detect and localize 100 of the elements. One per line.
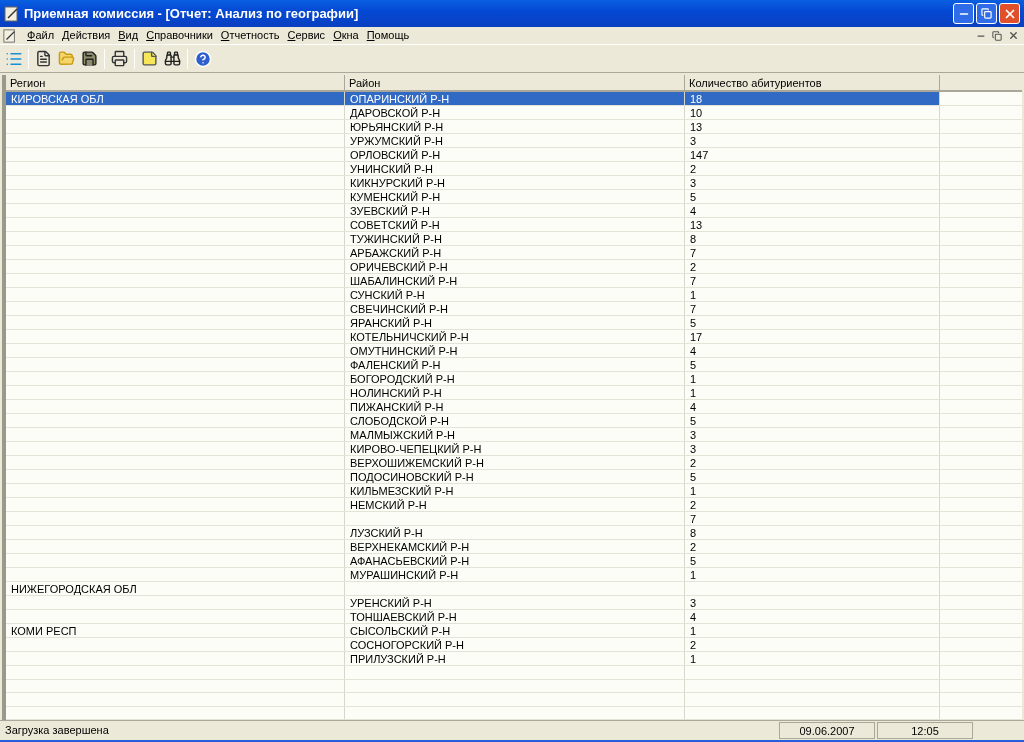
table-cell-text: 1 bbox=[689, 484, 698, 498]
restore-button[interactable] bbox=[976, 3, 997, 24]
table-cell-text: КУМЕНСКИЙ Р-Н bbox=[349, 190, 442, 204]
table-row[interactable]: АРБАЖСКИЙ Р-Н 7 bbox=[6, 246, 1022, 260]
menu-item[interactable]: Действия bbox=[58, 27, 115, 44]
table-row[interactable]: УРЖУМСКИЙ Р-Н 3 bbox=[6, 134, 1022, 148]
table-row[interactable]: НОЛИНСКИЙ Р-Н 1 bbox=[6, 386, 1022, 400]
table-row[interactable]: КИЛЬМЕЗСКИЙ Р-Н 1 bbox=[6, 484, 1022, 498]
table-cell-text: 2 bbox=[689, 638, 698, 652]
table-cell-text: СЫСОЛЬСКИЙ Р-Н bbox=[349, 624, 452, 638]
table-row[interactable]: 7 bbox=[6, 512, 1022, 526]
table-row[interactable]: ТОНШАЕВСКИЙ Р-Н 4 bbox=[6, 610, 1022, 624]
table-row[interactable]: ФАЛЕНСКИЙ Р-Н 5 bbox=[6, 358, 1022, 372]
table-row[interactable]: КУМЕНСКИЙ Р-Н 5 bbox=[6, 190, 1022, 204]
table-row[interactable]: ПРИЛУЗСКИЙ Р-Н 1 bbox=[6, 652, 1022, 666]
table-cell-text: АРБАЖСКИЙ Р-Н bbox=[349, 246, 443, 260]
table-cell-text: 3 bbox=[689, 428, 698, 442]
menu-item[interactable]: Окна bbox=[329, 27, 363, 44]
table-row[interactable]: ОРИЧЕВСКИЙ Р-Н 2 bbox=[6, 260, 1022, 274]
table-row[interactable]: БОГОРОДСКИЙ Р-Н 1 bbox=[6, 372, 1022, 386]
table-row[interactable]: ТУЖИНСКИЙ Р-Н 8 bbox=[6, 232, 1022, 246]
table-cell-text: НОЛИНСКИЙ Р-Н bbox=[349, 386, 443, 400]
table-row[interactable]: ЗУЕВСКИЙ Р-Н 4 bbox=[6, 204, 1022, 218]
table-cell-text: 7 bbox=[689, 512, 698, 526]
table-cell-text: 1 bbox=[689, 652, 698, 666]
table-cell-text: ФАЛЕНСКИЙ Р-Н bbox=[349, 358, 442, 372]
table-row[interactable]: МАЛМЫЖСКИЙ Р-Н 3 bbox=[6, 428, 1022, 442]
table-cell-text: 13 bbox=[689, 218, 704, 232]
menu-item[interactable]: Сервис bbox=[283, 27, 330, 44]
table-row[interactable]: ПОДОСИНОВСКИЙ Р-Н 5 bbox=[6, 470, 1022, 484]
menu-item[interactable]: Помощь bbox=[362, 27, 414, 44]
table-row[interactable]: ВЕРХОШИЖЕМСКИЙ Р-Н 2 bbox=[6, 456, 1022, 470]
table-row[interactable]: КОМИ РЕСП СЫСОЛЬСКИЙ Р-Н 1 bbox=[6, 624, 1022, 638]
table-row[interactable]: КИРОВО-ЧЕПЕЦКИЙ Р-Н 3 bbox=[6, 442, 1022, 456]
table-cell-text: 4 bbox=[689, 610, 698, 624]
table-cell-text: 2 bbox=[689, 498, 698, 512]
status-time: 12:05 bbox=[877, 722, 973, 739]
table-cell-text: 1 bbox=[689, 386, 698, 400]
table-cell-text: 4 bbox=[689, 204, 698, 218]
table-row[interactable]: СВЕЧИНСКИЙ Р-Н 7 bbox=[6, 302, 1022, 316]
table-cell-text: СОВЕТСКИЙ Р-Н bbox=[349, 218, 441, 232]
table-cell-text: СУНСКИЙ Р-Н bbox=[349, 288, 426, 302]
table-row[interactable]: ЮРЬЯНСКИЙ Р-Н 13 bbox=[6, 120, 1022, 134]
table-row[interactable]: НЕМСКИЙ Р-Н 2 bbox=[6, 498, 1022, 512]
table-cell-text: 13 bbox=[689, 120, 704, 134]
table-row[interactable]: СОВЕТСКИЙ Р-Н 13 bbox=[6, 218, 1022, 232]
table-row[interactable]: МУРАШИНСКИЙ Р-Н 1 bbox=[6, 568, 1022, 582]
table-cell-text: 4 bbox=[689, 344, 698, 358]
table-cell-text: 7 bbox=[689, 274, 698, 288]
table-row[interactable]: КОТЕЛЬНИЧСКИЙ Р-Н 17 bbox=[6, 330, 1022, 344]
table-cell-text: МУРАШИНСКИЙ Р-Н bbox=[349, 568, 460, 582]
table-row[interactable]: УРЕНСКИЙ Р-Н 3 bbox=[6, 596, 1022, 610]
table-row[interactable]: СОСНОГОРСКИЙ Р-Н 2 bbox=[6, 638, 1022, 652]
table-cell-text: УРЖУМСКИЙ Р-Н bbox=[349, 134, 444, 148]
table-cell-text: УНИНСКИЙ Р-Н bbox=[349, 162, 434, 176]
column-header[interactable]: Район bbox=[345, 75, 685, 90]
table-cell-text: КИРОВСКАЯ ОБЛ bbox=[10, 92, 105, 106]
table-cell-text: ЗУЕВСКИЙ Р-Н bbox=[349, 204, 431, 218]
table-row[interactable]: КИРОВСКАЯ ОБЛ ОПАРИНСКИЙ Р-Н 18 bbox=[6, 92, 1022, 106]
table-cell-text: КОТЕЛЬНИЧСКИЙ Р-Н bbox=[349, 330, 470, 344]
table-row[interactable]: ПИЖАНСКИЙ Р-Н 4 bbox=[6, 400, 1022, 414]
table-row[interactable]: ВЕРХНЕКАМСКИЙ Р-Н 2 bbox=[6, 540, 1022, 554]
restore-button[interactable] bbox=[989, 28, 1005, 43]
restore-icon bbox=[981, 8, 992, 19]
table-row[interactable]: ЯРАНСКИЙ Р-Н 5 bbox=[6, 316, 1022, 330]
table-cell-text: 4 bbox=[689, 400, 698, 414]
notepad-icon bbox=[4, 5, 20, 22]
table-cell-text: 1 bbox=[689, 624, 698, 638]
table-row[interactable]: ОМУТНИНСКИЙ Р-Н 4 bbox=[6, 344, 1022, 358]
close-button[interactable] bbox=[999, 3, 1020, 24]
table-cell-text: ОРИЧЕВСКИЙ Р-Н bbox=[349, 260, 449, 274]
table-row[interactable]: ДАРОВСКОЙ Р-Н 10 bbox=[6, 106, 1022, 120]
table-row[interactable]: ОРЛОВСКИЙ Р-Н 147 bbox=[6, 148, 1022, 162]
minimize-button[interactable] bbox=[953, 3, 974, 24]
table-row[interactable]: КИКНУРСКИЙ Р-Н 3 bbox=[6, 176, 1022, 190]
table-row[interactable]: СЛОБОДСКОЙ Р-Н 5 bbox=[6, 414, 1022, 428]
column-header[interactable]: Регион bbox=[6, 75, 345, 90]
table-cell-text: 3 bbox=[689, 442, 698, 456]
table-cell-text: 1 bbox=[689, 372, 698, 386]
menu-item[interactable]: Отчетность bbox=[216, 27, 284, 44]
table-row[interactable]: НИЖЕГОРОДСКАЯ ОБЛ bbox=[6, 582, 1022, 596]
table-cell-text: 8 bbox=[689, 232, 698, 246]
menu-item[interactable]: Файл bbox=[23, 27, 59, 44]
menu-item[interactable]: Справочники bbox=[142, 27, 217, 44]
menu-item[interactable]: Вид bbox=[114, 27, 143, 44]
table-cell-text: КОМИ РЕСП bbox=[10, 624, 78, 638]
table-cell-text: БОГОРОДСКИЙ Р-Н bbox=[349, 372, 456, 386]
table-row[interactable]: ЛУЗСКИЙ Р-Н 8 bbox=[6, 526, 1022, 540]
table-cell-text: ШАБАЛИНСКИЙ Р-Н bbox=[349, 274, 459, 288]
table-row[interactable]: УНИНСКИЙ Р-Н 2 bbox=[6, 162, 1022, 176]
table-row[interactable]: АФАНАСЬЕВСКИЙ Р-Н 5 bbox=[6, 554, 1022, 568]
table-cell-text: 2 bbox=[689, 260, 698, 274]
table-cell-text: ОМУТНИНСКИЙ Р-Н bbox=[349, 344, 459, 358]
table-cell-text: 1 bbox=[689, 568, 698, 582]
table-row[interactable]: СУНСКИЙ Р-Н 1 bbox=[6, 288, 1022, 302]
column-header[interactable]: Количество абитуриентов bbox=[685, 75, 940, 90]
table-cell-text: 5 bbox=[689, 414, 698, 428]
table-cell-text: КИЛЬМЕЗСКИЙ Р-Н bbox=[349, 484, 455, 498]
close-icon bbox=[1007, 30, 1019, 41]
table-row[interactable]: ШАБАЛИНСКИЙ Р-Н 7 bbox=[6, 274, 1022, 288]
